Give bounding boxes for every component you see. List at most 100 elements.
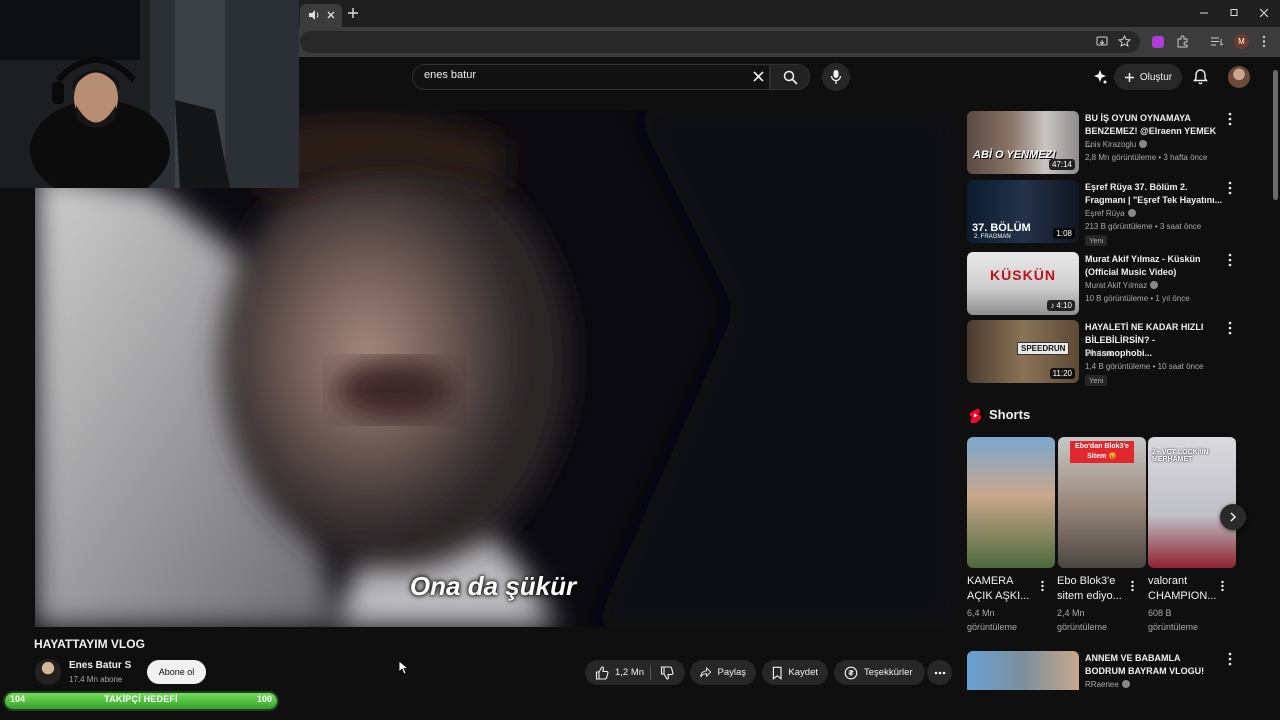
share-button[interactable]: Paylaş [690,660,756,685]
thanks-label: Teşekkürler [864,667,913,678]
short-thumbnail[interactable]: Ebo'dan Blok3'e Sitem 😡 [1058,437,1146,568]
recommendation-thumbnail[interactable]: ABİ O YENMEZ! 47:14 [967,111,1079,174]
thumbnail-text: ABİ O YENMEZ! [973,149,1056,161]
thumbnail-subtext: 2. FRAGMAN [974,234,1011,240]
subscribe-button[interactable]: Abone ol [147,660,206,684]
short-views: 6,4 Mn görüntüleme [967,608,1018,632]
search-input[interactable]: enes batur [424,69,476,81]
recommendation-channel[interactable]: Enis Kirazoglu [1085,140,1148,149]
shorts-next-button[interactable] [1220,504,1246,530]
channel-name-text: Enis Kirazoglu [1085,140,1137,149]
more-vertical-icon[interactable] [1227,321,1233,335]
more-vertical-icon[interactable] [1220,580,1225,592]
more-vertical-icon[interactable] [1227,181,1233,195]
plus-icon [1124,72,1134,82]
short-title[interactable]: valorant CHAMPION... [1148,574,1218,604]
recommendation-thumbnail[interactable]: 37. BÖLÜM 2. FRAGMAN 1:08 [967,180,1079,243]
minimize-icon[interactable] [1198,8,1210,18]
profile-avatar[interactable]: M [1234,34,1249,49]
more-vertical-icon[interactable] [1227,112,1233,126]
extension-icon[interactable] [1152,36,1164,48]
notifications-bell-icon[interactable] [1193,68,1208,85]
user-avatar[interactable] [1228,66,1250,88]
close-window-icon[interactable] [1258,7,1270,19]
extensions-puzzle-icon[interactable] [1176,35,1189,48]
recommendation-channel[interactable]: RRaenee [1085,680,1130,689]
shorts-title: Shorts [989,407,1031,422]
speaker-icon[interactable] [308,9,320,21]
duration-text: 4:10 [1056,301,1072,310]
browser-tab[interactable] [300,4,342,27]
short-title[interactable]: KAMERA AÇIK AŞKI... [967,574,1037,604]
verified-icon [1150,281,1159,289]
install-app-icon[interactable] [1096,36,1109,48]
recommendation-channel[interactable]: Verdant [1085,349,1113,358]
more-vertical-icon[interactable] [1130,580,1135,592]
close-tab-icon[interactable] [326,10,336,20]
recommendation-thumbnail[interactable]: SPEEDRUN 11:20 [967,320,1079,383]
like-icon[interactable] [595,665,609,680]
recommendation-channel[interactable]: Murat Akif Yılmaz [1085,281,1159,290]
search-icon [783,70,798,85]
video-subtitle: Ona da şükür [409,571,577,601]
restore-icon[interactable] [1228,8,1240,18]
short-views: 2,4 Mn görüntüleme [1057,608,1108,632]
video-title: HAYATTAYIM VLOG [34,637,145,651]
thumbnail-text: SPEEDRUN [1017,342,1070,355]
mouse-cursor-icon [398,660,408,675]
thumbnail-text: KÜSKÜN [990,267,1056,283]
short-thumbnail[interactable] [967,437,1055,568]
address-bar[interactable] [300,31,1140,53]
verified-icon [1121,680,1130,688]
search-button[interactable] [770,64,810,90]
thumbnail-text: 37. BÖLÜM [972,222,1031,234]
webcam-frame [0,0,299,188]
microphone-icon [830,70,842,84]
recommendation-title[interactable]: Murat Akif Yılmaz - Küskün (Official Mus… [1085,253,1223,279]
share-label: Paylaş [717,667,746,678]
short-overlay-text: Ebo'dan Blok3'e Sitem 😡 [1070,441,1134,463]
more-vertical-icon[interactable] [1227,253,1233,267]
save-button[interactable]: Kaydet [762,660,828,685]
short-views: 608 B görüntüleme [1148,608,1199,632]
recommendation-meta: 213 B görüntüleme • 3 saat önce [1085,222,1202,231]
recommendation-thumbnail[interactable] [967,651,1079,690]
like-divider [650,665,651,680]
verified-icon [1127,209,1136,217]
short-title[interactable]: Ebo Blok3'e sitem ediyo... [1057,574,1127,604]
new-tab-icon[interactable] [347,7,359,19]
recommendation-title[interactable]: Eşref Rüya 37. Bölüm 2. Fragmanı | "Eşre… [1085,181,1223,207]
more-actions-button[interactable] [927,660,952,685]
studio-sparkle-icon[interactable] [1092,69,1108,85]
channel-name-text: Murat Akif Yılmaz [1085,281,1148,290]
channel-avatar[interactable] [35,659,61,685]
recommendation-title[interactable]: ANNEM VE BABAMLA BODRUM BAYRAM VLOGU! [1085,652,1223,678]
create-button[interactable]: Oluştur [1114,64,1182,90]
recommendation-meta: 2,8 Mn görüntüleme • 3 hafta önce [1085,153,1208,162]
follower-goal-target: 100 [257,694,273,704]
recommendation-channel[interactable]: Eşref Rüya [1085,209,1136,218]
recommendation-thumbnail[interactable]: KÜSKÜN ♪ 4:10 [967,252,1079,315]
video-duration: 1:08 [1053,228,1075,239]
more-vertical-icon[interactable] [1227,652,1233,666]
verified-icon [1139,140,1148,148]
dislike-icon[interactable] [660,666,674,680]
short-overlay-text: 2+ VCT LOCK//IN MERHAMET [1152,449,1209,463]
short-thumbnail[interactable]: 2+ VCT LOCK//IN MERHAMET [1148,437,1236,568]
browser-menu-icon[interactable] [1261,35,1267,48]
video-duration: 11:20 [1049,368,1075,379]
more-vertical-icon[interactable] [1040,580,1045,592]
shorts-logo-icon [970,408,981,423]
like-count[interactable]: 1,2 Mn [615,667,644,678]
bookmark-star-icon[interactable] [1118,35,1131,48]
media-control-icon[interactable] [1210,35,1224,48]
webcam-overlay [0,0,299,188]
channel-name[interactable]: Enes Batur S [69,660,131,671]
thanks-button[interactable]: Teşekkürler [834,660,925,685]
channel-name-text: RRaenee [1085,680,1119,689]
scrollbar-thumb[interactable] [1273,70,1278,200]
clear-search-icon[interactable] [752,70,765,83]
create-label: Oluştur [1139,71,1173,83]
thanks-icon [844,666,858,679]
voice-search-button[interactable] [822,63,850,91]
